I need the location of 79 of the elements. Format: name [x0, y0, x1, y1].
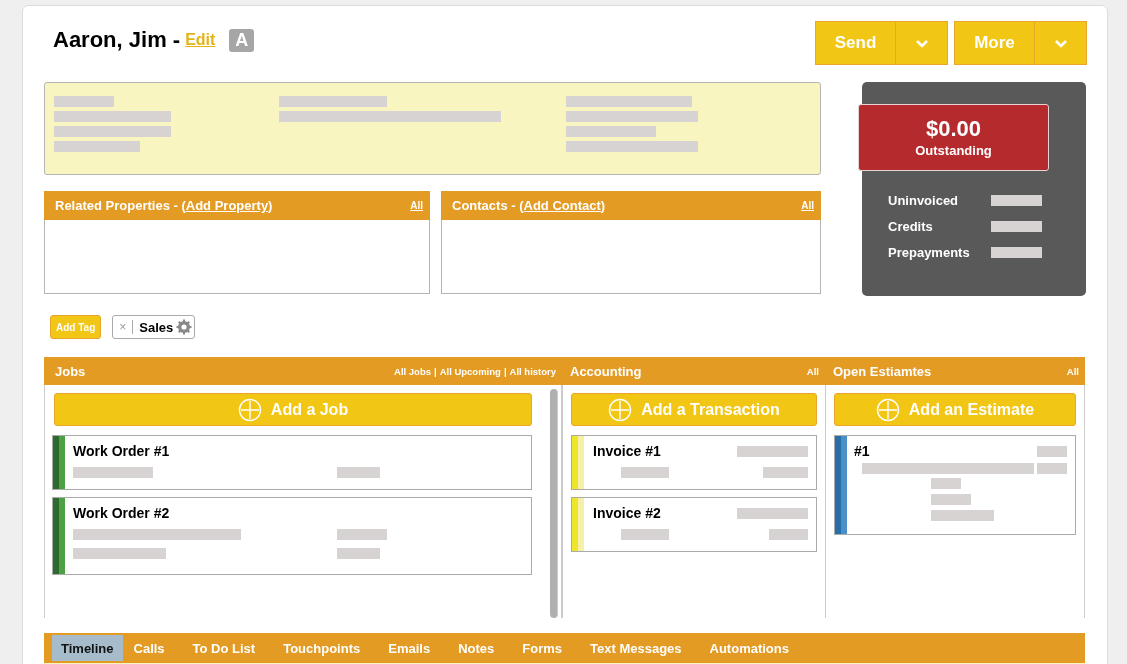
dropdown-button[interactable]: [895, 21, 948, 65]
filter-link[interactable]: All: [806, 365, 819, 377]
text-placeholder: [337, 548, 380, 559]
gear-icon[interactable]: [176, 319, 193, 335]
action-button[interactable]: More: [954, 21, 1035, 65]
tab[interactable]: Automations: [700, 635, 798, 661]
status-stripe: [53, 436, 65, 489]
tag-label: Sales: [139, 319, 174, 335]
tab[interactable]: Touchpoints: [274, 635, 370, 661]
add-tag-button[interactable]: Add Tag: [50, 315, 102, 339]
text-placeholder: [763, 467, 808, 478]
letter-badge: A: [229, 28, 255, 52]
chevron-down-icon: [1053, 38, 1068, 48]
tab[interactable]: Emails: [379, 635, 440, 661]
text-placeholder: [931, 510, 994, 521]
text-placeholder: [737, 445, 808, 457]
value-placeholder: [991, 195, 1042, 206]
filter-link[interactable]: All Jobs: [394, 365, 431, 377]
record-card[interactable]: Work Order #2: [52, 497, 532, 575]
text-placeholder: [931, 478, 961, 489]
balance-label: Credits: [888, 219, 934, 234]
panel-title: Related Properties - (Add Property): [55, 198, 273, 213]
section-title: Open Estiamtes: [833, 363, 932, 379]
text-placeholder: [337, 467, 380, 478]
record-card[interactable]: #1: [834, 435, 1076, 535]
tab[interactable]: To Do List: [183, 635, 265, 661]
text-placeholder: [931, 494, 971, 505]
plus-circle-icon: [875, 397, 900, 422]
text-placeholder: [769, 529, 808, 540]
text-placeholder: [621, 467, 669, 478]
value-placeholder: [991, 221, 1042, 232]
dropdown-button[interactable]: [1034, 21, 1087, 65]
filter-link[interactable]: All: [1066, 365, 1079, 377]
contact-name: Aaron, Jim -: [53, 27, 181, 53]
section-title: Accounting: [570, 363, 642, 379]
text-placeholder: [1037, 463, 1067, 474]
all-link[interactable]: All: [410, 200, 423, 211]
add-button[interactable]: Add an Estimate: [834, 393, 1076, 426]
all-link[interactable]: All: [801, 200, 814, 211]
text-placeholder: [337, 529, 387, 540]
text-placeholder: [1037, 445, 1067, 457]
amount-text: $0.00: [925, 117, 982, 141]
record-card[interactable]: Work Order #1: [52, 435, 532, 490]
filter-link[interactable]: All Upcoming: [439, 365, 501, 377]
tab[interactable]: Notes: [449, 635, 504, 661]
action-button[interactable]: Send: [815, 21, 896, 65]
tab[interactable]: Calls: [124, 635, 174, 661]
card-title: Work Order #1: [73, 443, 171, 459]
plus-circle-icon: [608, 397, 633, 422]
amount-label: Outstanding: [915, 143, 992, 158]
text-placeholder: [621, 529, 669, 540]
panel-title: Contacts - (Add Contact): [452, 198, 606, 213]
section-title: Jobs: [55, 363, 86, 379]
remove-tag-button[interactable]: ×: [113, 320, 134, 334]
card-title: Work Order #2: [73, 505, 171, 521]
card-title: #1: [854, 443, 870, 459]
record-card[interactable]: Invoice #1: [571, 435, 817, 490]
record-card[interactable]: Invoice #2: [571, 497, 817, 552]
status-stripe: [572, 498, 584, 551]
plus-circle-icon: [237, 397, 262, 422]
tab[interactable]: Text Messages: [581, 635, 691, 661]
filter-link[interactable]: All history: [509, 365, 556, 377]
tab[interactable]: Forms: [513, 635, 571, 661]
card-title: Invoice #1: [593, 443, 661, 459]
balance-label: Uninvoiced: [888, 193, 960, 208]
link-separator: |: [433, 365, 437, 377]
edit-link[interactable]: Edit: [185, 31, 216, 49]
value-placeholder: [991, 247, 1042, 258]
text-placeholder: [54, 96, 114, 107]
add-button[interactable]: Add a Job: [54, 393, 532, 426]
chevron-down-icon: [914, 38, 929, 48]
card-title: Invoice #2: [593, 505, 661, 521]
link-separator: |: [503, 365, 507, 377]
tab[interactable]: Timeline: [52, 635, 123, 661]
status-stripe: [572, 436, 584, 489]
balance-label: Prepayments: [888, 245, 971, 260]
text-placeholder: [737, 507, 808, 519]
scrollbar[interactable]: [550, 389, 558, 618]
add-button[interactable]: Add a Transaction: [571, 393, 817, 426]
